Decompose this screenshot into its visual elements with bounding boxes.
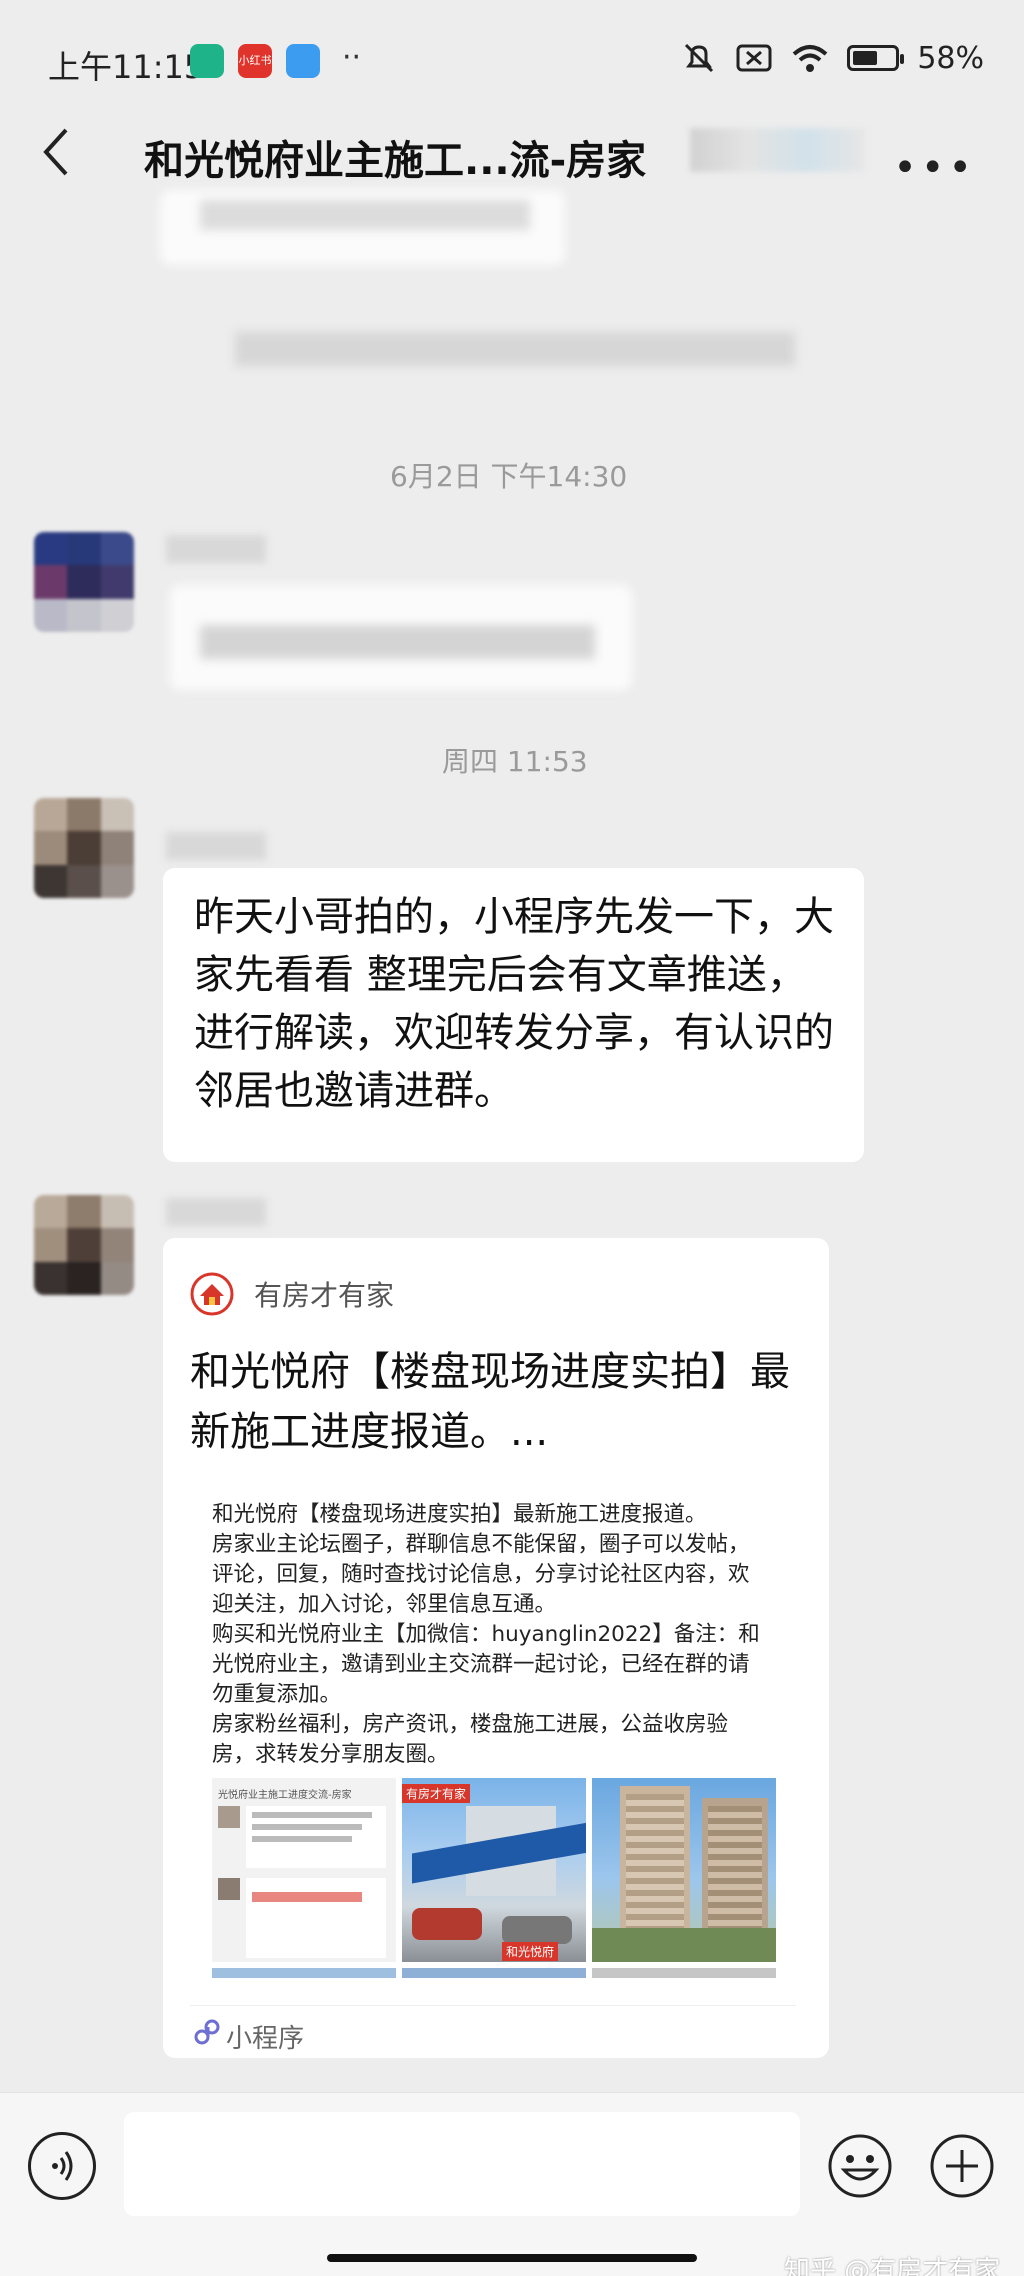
blurred-system-notice	[235, 332, 795, 366]
sender-name-redacted	[166, 1198, 266, 1226]
blurred-message-content	[200, 200, 530, 230]
no-sim-icon	[736, 44, 772, 72]
blurred-message-content	[200, 625, 595, 659]
xiaohongshu-badge-text: 小红书	[238, 54, 272, 67]
thumbnail-label: 和光悦府	[502, 1942, 559, 1961]
zhihu-watermark: 知乎 @有房才有家	[784, 2256, 1001, 2276]
mute-bell-icon	[685, 43, 714, 73]
back-arrow-icon[interactable]	[36, 122, 76, 182]
card-divider	[190, 2005, 796, 2006]
card-body-line: 房，求转发分享朋友圈。	[212, 1742, 449, 1767]
more-functions-button[interactable]	[928, 2132, 996, 2200]
xiaohongshu-app-icon: 小红书	[238, 44, 272, 78]
thumbnail-construction-gate: 有房才有家 和光悦府	[402, 1778, 586, 1962]
thumbnail-caption: 光悦府业主施工进度交流-房家	[218, 1790, 352, 1801]
thumbnail-row-strip	[212, 1968, 396, 1978]
chat-title: 和光悦府业主施工...流-房家	[144, 138, 647, 184]
thumbnail-row-strip	[592, 1968, 776, 1978]
avatar[interactable]	[34, 798, 134, 898]
timestamp-2: 周四 11:53	[442, 745, 588, 778]
message-input[interactable]	[124, 2112, 800, 2216]
battery-icon	[847, 45, 905, 71]
card-body-line: 迎关注，加入讨论，邻里信息互通。	[212, 1592, 557, 1617]
thumbnail-watermark: 有房才有家	[402, 1784, 471, 1803]
mini-program-label: 小程序	[226, 2024, 305, 2054]
battery-percent: 58%	[917, 40, 984, 76]
cloud-app-icon	[286, 44, 320, 78]
more-notifications-icon: ··	[342, 40, 362, 75]
home-indicator[interactable]	[327, 2254, 697, 2262]
sender-name-redacted	[166, 535, 266, 563]
card-body-line: 和光悦府【楼盘现场进度实拍】最新施工进度报道。	[212, 1502, 707, 1527]
wifi-icon	[792, 45, 828, 72]
card-source-name: 有房才有家	[254, 1279, 395, 1312]
thumbnail-chat-screenshot: 光悦府业主施工进度交流-房家	[212, 1778, 396, 1962]
sender-name-redacted	[166, 832, 266, 860]
status-bar: 上午11:15 小红书 ·· 58%	[0, 0, 1024, 120]
card-body-line: 评论，回复，随时查找讨论信息，分享讨论社区内容，欢	[212, 1562, 750, 1587]
thumbnail-high-rise	[592, 1778, 776, 1962]
thumbnail-row-strip	[402, 1968, 586, 1978]
voice-input-button[interactable]	[28, 2132, 96, 2200]
house-logo-icon	[190, 1272, 234, 1316]
shield-app-icon	[190, 44, 224, 78]
card-body-line: 房家粉丝福利，房产资讯，楼盘施工进展，公益收房验	[212, 1712, 729, 1737]
card-body-line: 购买和光悦府业主【加微信：huyanglin2022】备注：和	[212, 1622, 760, 1647]
title-redacted	[690, 128, 865, 172]
plus-circle-icon	[930, 2134, 994, 2198]
battery-fill	[853, 51, 877, 65]
avatar[interactable]	[34, 532, 134, 632]
voice-icon	[52, 2151, 73, 2181]
status-time: 上午11:15	[48, 48, 205, 86]
card-title: 和光悦府【楼盘现场进度实拍】最新施工进度报道。...	[190, 1349, 790, 1455]
card-body-line: 光悦府业主，邀请到业主交流群一起讨论，已经在群的请	[212, 1652, 750, 1677]
card-body: 和光悦府【楼盘现场进度实拍】最新施工进度报道。房家业主论坛圈子，群聊信息不能保留…	[212, 1500, 792, 1770]
card-body-line: 房家业主论坛圈子，群聊信息不能保留，圈子可以发帖，	[212, 1532, 750, 1557]
timestamp-1: 6月2日 下午14:30	[390, 460, 628, 493]
avatar[interactable]	[34, 1195, 134, 1295]
more-options-icon[interactable]: •••	[893, 145, 976, 191]
emoji-icon	[828, 2134, 892, 2198]
card-body-line: 勿重复添加。	[212, 1682, 342, 1707]
emoji-button[interactable]	[826, 2132, 894, 2200]
message-text: 昨天小哥拍的，小程序先发一下，大家先看看 整理完后会有文章推送，进行解读，欢迎转…	[194, 894, 834, 1114]
mini-program-icon	[194, 2019, 220, 2045]
status-right: 58%	[681, 40, 984, 76]
